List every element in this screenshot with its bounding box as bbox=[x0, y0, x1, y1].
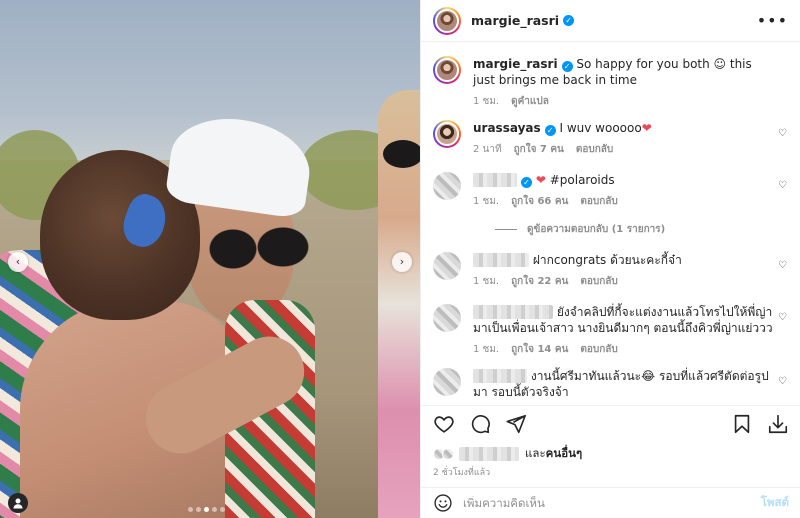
verified-badge-icon: ✓ bbox=[563, 15, 575, 26]
comment-likes-count[interactable]: ถูกใจ 66 คน bbox=[511, 194, 568, 210]
see-translation-link[interactable]: ดูคำแปล bbox=[511, 94, 549, 110]
divider bbox=[495, 229, 517, 230]
comment-time: 1 ชม. bbox=[473, 276, 500, 287]
blurred-username bbox=[473, 253, 529, 267]
comment-input[interactable] bbox=[463, 496, 761, 510]
comment-likes-count[interactable]: ถูกใจ 14 คน bbox=[511, 342, 568, 358]
liker-avatar bbox=[442, 448, 454, 460]
comments-list: margie_rasri ✓ So happy for you both ☺ th… bbox=[421, 42, 800, 404]
comment-like-heart-icon[interactable]: ♡ bbox=[778, 376, 787, 387]
comment-time: 1 ชม. bbox=[473, 344, 500, 355]
carousel-prev-button[interactable]: ‹ bbox=[8, 252, 28, 272]
reply-button[interactable]: ตอบกลับ bbox=[580, 194, 617, 210]
avatar[interactable] bbox=[433, 304, 461, 332]
comment-likes-count[interactable]: ถูกใจ 7 คน bbox=[514, 142, 564, 158]
reply-button[interactable]: ตอบกลับ bbox=[580, 274, 617, 290]
laughing-emoji: 😂 bbox=[641, 369, 656, 383]
blurred-username bbox=[473, 173, 517, 187]
post-header: margie_rasri ✓ ••• bbox=[421, 0, 800, 42]
comment-username[interactable]: margie_rasri bbox=[473, 57, 558, 71]
add-comment-bar: โพสต์ bbox=[421, 487, 800, 518]
send-icon[interactable] bbox=[505, 413, 527, 435]
red-heart-emoji: ❤ bbox=[535, 173, 546, 187]
carousel-dot bbox=[196, 507, 201, 512]
list-item: ยังจำคลิปที่กี้จะแต่งงานแล้วโทรไปให้พี่ญ… bbox=[433, 304, 789, 358]
avatar[interactable] bbox=[433, 252, 461, 280]
person-right-sunglasses bbox=[383, 140, 420, 168]
comment-likes-count[interactable]: ถูกใจ 22 คน bbox=[511, 274, 568, 290]
blurred-username bbox=[473, 305, 553, 319]
person-icon bbox=[13, 498, 23, 509]
blurred-username bbox=[473, 369, 527, 383]
comment-text: I wuv wooooo bbox=[559, 121, 642, 135]
comment-like-heart-icon[interactable]: ♡ bbox=[778, 260, 787, 271]
comment-text: ฝากcongrats ด้วยนะคะกี้จ๋า bbox=[532, 253, 682, 267]
post-photo[interactable]: ‹ › bbox=[0, 0, 420, 518]
list-item: ฝากcongrats ด้วยนะคะกี้จ๋า 1 ชม. ถูกใจ 2… bbox=[433, 252, 789, 290]
comment-icon[interactable] bbox=[469, 413, 491, 435]
view-replies-label: ดูข้อความตอบกลับ (1 รายการ) bbox=[527, 224, 666, 235]
avatar[interactable] bbox=[433, 172, 461, 200]
carousel-dot bbox=[212, 507, 217, 512]
view-replies-button[interactable]: ดูข้อความตอบกลับ (1 รายการ) bbox=[495, 222, 789, 237]
comment-text: #polaroids bbox=[549, 173, 615, 187]
comment-username[interactable]: urassayas bbox=[473, 121, 541, 135]
red-heart-emoji: ❤ bbox=[641, 121, 652, 135]
reply-button[interactable]: ตอบกลับ bbox=[580, 342, 617, 358]
reply-button[interactable]: ตอบกลับ bbox=[576, 142, 613, 158]
avatar[interactable] bbox=[433, 120, 461, 148]
user-tag-button[interactable] bbox=[8, 493, 28, 513]
avatar[interactable] bbox=[433, 56, 461, 84]
comment-time: 2 นาที bbox=[473, 144, 502, 155]
carousel-dot bbox=[188, 507, 193, 512]
blurred-liker-name bbox=[459, 447, 519, 461]
post-comment-button[interactable]: โพสต์ bbox=[761, 494, 789, 512]
post-detail-panel: margie_rasri ✓ ••• margie_rasri ✓ So happ… bbox=[420, 0, 800, 518]
smiley-icon[interactable] bbox=[433, 493, 453, 513]
list-item: urassayas ✓ I wuv wooooo❤ 2 นาที ถูกใจ 7 … bbox=[433, 120, 789, 158]
post-author-username[interactable]: margie_rasri bbox=[471, 13, 559, 28]
comment-time: 1 ชม. bbox=[473, 196, 500, 207]
carousel-indicator bbox=[188, 507, 225, 512]
comment-text: งานนี้ศรีมาทันแล้วนะ bbox=[530, 369, 642, 383]
avatar[interactable] bbox=[433, 6, 461, 35]
verified-badge-icon: ✓ bbox=[544, 125, 556, 136]
likes-others-prefix: และ bbox=[525, 446, 546, 460]
verified-badge-icon: ✓ bbox=[561, 61, 573, 72]
sunglasses bbox=[205, 225, 310, 270]
caption-comment: margie_rasri ✓ So happy for you both ☺ th… bbox=[433, 56, 789, 110]
carousel-dot bbox=[204, 507, 209, 512]
list-item: งานนี้ศรีมาทันแล้วนะ😂 รอบที่แล้วศรีตัดต่… bbox=[433, 368, 789, 400]
post-action-bar bbox=[421, 405, 800, 441]
more-options-icon[interactable]: ••• bbox=[757, 11, 788, 30]
comment-like-heart-icon[interactable]: ♡ bbox=[778, 128, 787, 139]
likes-summary[interactable]: และคนอื่นๆ bbox=[433, 445, 582, 463]
bookmark-icon[interactable] bbox=[731, 413, 753, 435]
comment-time: 1 ชม. bbox=[473, 96, 500, 107]
avatar[interactable] bbox=[433, 368, 461, 396]
likes-others-link[interactable]: คนอื่นๆ bbox=[546, 446, 583, 460]
carousel-dot bbox=[220, 507, 225, 512]
comment-like-heart-icon[interactable]: ♡ bbox=[778, 180, 787, 191]
heart-icon[interactable] bbox=[433, 413, 455, 435]
verified-badge-icon: ✓ bbox=[521, 177, 532, 188]
post-timestamp: 2 ชั่วโมงที่แล้ว bbox=[433, 468, 491, 478]
list-item: ✓ ❤ #polaroids 1 ชม. ถูกใจ 66 คน ตอบกลับ… bbox=[433, 172, 789, 237]
comment-like-heart-icon[interactable]: ♡ bbox=[778, 312, 787, 323]
download-icon[interactable] bbox=[767, 413, 789, 435]
carousel-next-button[interactable]: › bbox=[392, 252, 412, 272]
